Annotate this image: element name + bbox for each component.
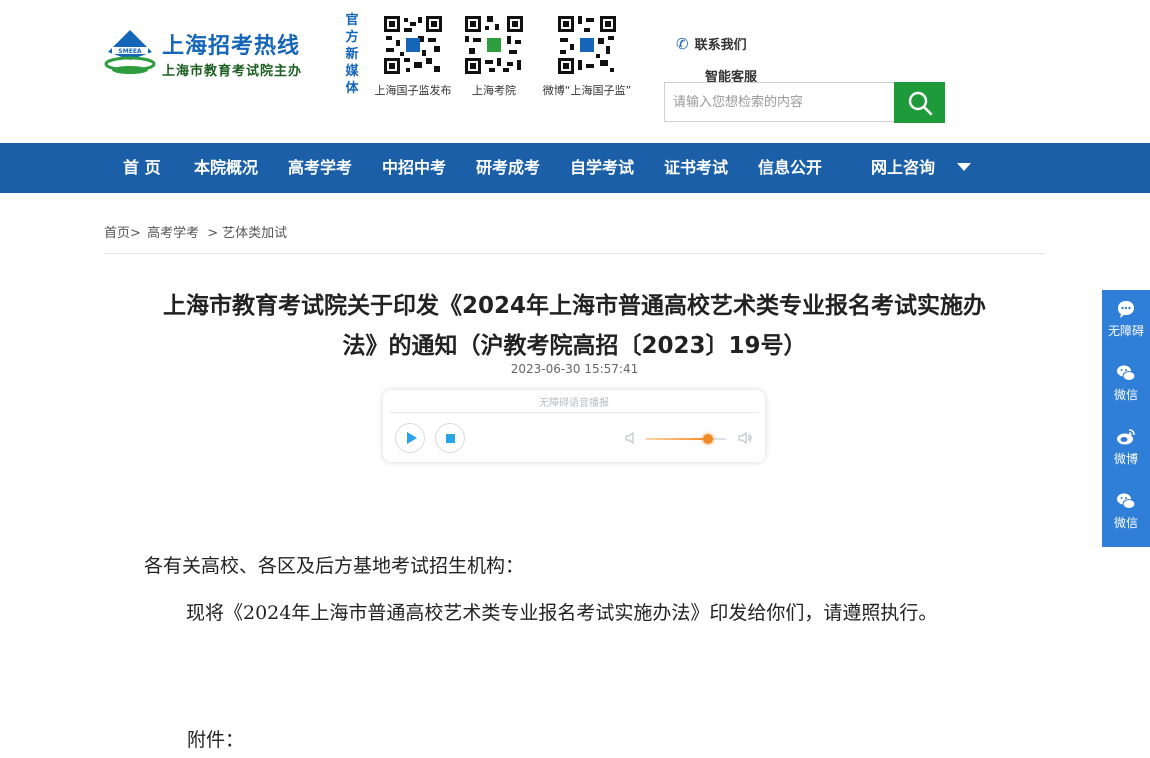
nav-item-gaokao[interactable]: 高考学考 (288, 143, 352, 193)
side-toolbar: 无障碍 微信 微博 微信 (1102, 290, 1150, 547)
qr-caption-3: 微博“上海国子监” (542, 84, 632, 97)
nav-item-self-study[interactable]: 自学考试 (570, 143, 634, 193)
qr-code-icon (382, 14, 444, 76)
qr-caption-1: 上海国子监发布 (374, 84, 452, 97)
chat-bubble-icon (1118, 301, 1134, 318)
play-button[interactable] (395, 423, 425, 453)
volume-high-icon[interactable] (737, 430, 753, 446)
phone-icon: ✆ (676, 35, 689, 53)
breadcrumb: 首页> 高考学考 > 艺体类加试 (104, 222, 287, 241)
nav-item-certificate[interactable]: 证书考试 (664, 143, 728, 193)
main-nav: 首 页 本院概况 高考学考 中招中考 研考成考 自学考试 证书考试 信息公开 网… (0, 143, 1150, 193)
side-item-wechat-2[interactable]: 微信 (1102, 482, 1150, 542)
volume-slider[interactable] (646, 434, 726, 444)
site-subtitle: 上海市教育考试院主办 (162, 64, 303, 79)
official-media-label: 官方新媒体 (345, 13, 359, 96)
article-salutation: 各有关高校、各区及后方基地考试招生机构： (144, 555, 525, 577)
nav-item-disclosure[interactable]: 信息公开 (758, 143, 822, 193)
wechat-icon (1117, 365, 1136, 381)
nav-item-home[interactable]: 首 页 (123, 143, 161, 193)
qr-code-1[interactable] (382, 14, 444, 80)
side-item-accessibility[interactable]: 无障碍 (1102, 290, 1150, 350)
wechat-icon (1117, 493, 1136, 509)
side-item-label: 无障碍 (1107, 324, 1144, 338)
play-icon (407, 432, 417, 444)
publish-date: 2023-06-30 15:57:41 (510, 362, 639, 376)
attachment-label: 附件： (187, 729, 245, 751)
qr-code-2[interactable] (463, 14, 525, 80)
breadcrumb-home[interactable]: 首页 (104, 226, 130, 241)
article-title: 上海市教育考试院关于印发《2024年上海市普通高校艺术类专业报名考试实施办 法》… (104, 286, 1045, 366)
volume-fill (646, 438, 709, 440)
breadcrumb-gaokao[interactable]: 高考学考 (147, 226, 199, 241)
contact-us-link[interactable]: ✆ 联系我们 (676, 34, 747, 53)
nav-item-about[interactable]: 本院概况 (194, 143, 258, 193)
weibo-icon (1117, 429, 1135, 445)
breadcrumb-separator: > (207, 226, 219, 241)
search-button[interactable] (894, 82, 945, 123)
player-label: 无障碍语音播报 (539, 398, 609, 409)
logo-emblem-icon: SMEEA (104, 30, 156, 74)
side-item-label: 微博 (1113, 452, 1138, 466)
article-title-line-2: 法》的通知（沪教考院高招〔2023〕19号） (342, 333, 807, 359)
article-body: 现将《2024年上海市普通高校艺术类专业报名考试实施办法》印发给你们，请遵照执行… (186, 602, 938, 624)
audio-player: 无障碍语音播报 (383, 390, 765, 462)
chevron-down-icon[interactable] (957, 163, 971, 171)
volume-low-icon[interactable] (623, 430, 639, 446)
nav-item-graduate[interactable]: 研考成考 (476, 143, 540, 193)
stop-icon (446, 434, 455, 443)
site-title: 上海招考热线 (162, 34, 301, 59)
divider (104, 253, 1045, 254)
search-icon (908, 91, 932, 115)
breadcrumb-separator: > (130, 226, 141, 241)
qr-code-icon (556, 14, 618, 76)
contact-us-label: 联系我们 (694, 38, 747, 53)
side-item-weibo[interactable]: 微博 (1102, 418, 1150, 478)
qr-code-3[interactable] (556, 14, 618, 80)
stop-button[interactable] (435, 423, 465, 453)
logo-mark-text: SMEEA (118, 48, 141, 55)
qr-caption-2: 上海考院 (472, 84, 516, 97)
article-title-line-1: 上海市教育考试院关于印发《2024年上海市普通高校艺术类专业报名考试实施办 (162, 293, 986, 319)
player-divider (389, 412, 759, 413)
site-logo[interactable]: SMEEA 上海招考热线 上海市教育考试院主办 (104, 28, 314, 80)
volume-handle[interactable] (703, 434, 714, 444)
side-item-label: 微信 (1113, 388, 1138, 402)
breadcrumb-art-exam[interactable]: 艺体类加试 (222, 226, 287, 241)
side-item-wechat[interactable]: 微信 (1102, 354, 1150, 414)
qr-code-icon (463, 14, 525, 76)
nav-item-zhongkao[interactable]: 中招中考 (382, 143, 446, 193)
nav-item-consult[interactable]: 网上咨询 (871, 143, 935, 193)
side-item-label: 微信 (1113, 516, 1138, 530)
search-input[interactable] (664, 82, 894, 122)
